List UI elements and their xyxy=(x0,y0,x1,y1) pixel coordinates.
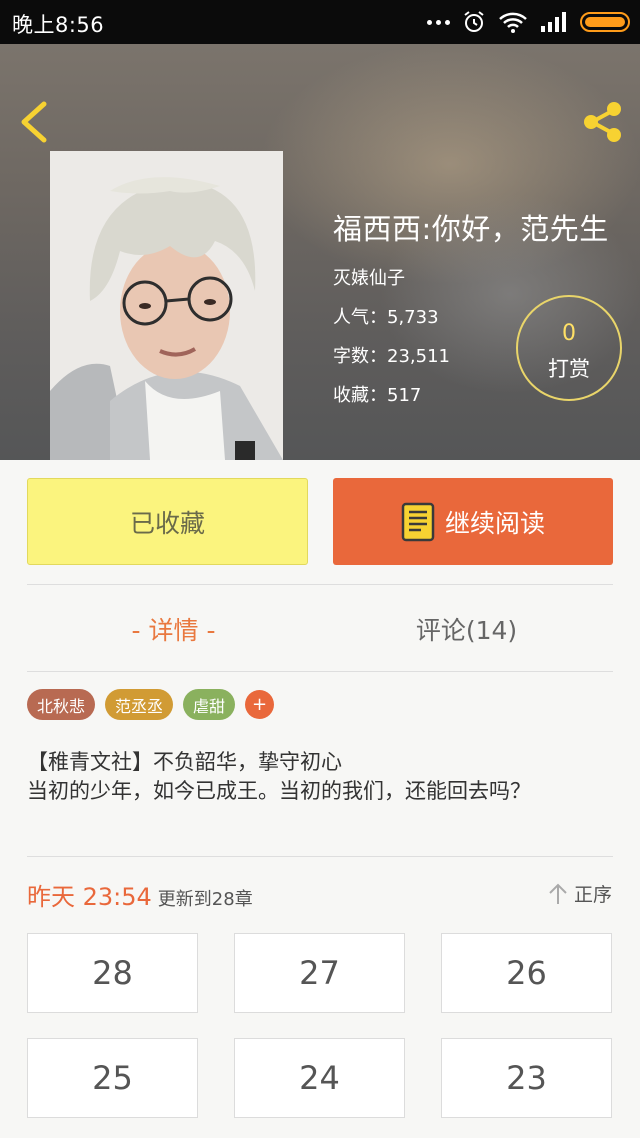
update-info: 昨天 23:54 更新到28章 xyxy=(27,877,253,912)
update-time: 昨天 23:54 xyxy=(27,883,152,911)
sort-order-label: 正序 xyxy=(573,884,612,906)
continue-reading-label: 继续阅读 xyxy=(444,508,545,538)
book-title: 福西西:你好，范先生 xyxy=(333,212,609,246)
divider xyxy=(27,856,613,857)
sort-order-button[interactable]: 正序 xyxy=(548,880,612,907)
chapter-item[interactable]: 25 xyxy=(27,1038,198,1118)
book-header: 福西西:你好，范先生 灭婊仙子 人气：5,733 字数：23,511 收藏：51… xyxy=(0,44,640,460)
signal-icon xyxy=(541,12,566,32)
add-tag-button[interactable]: + xyxy=(245,690,275,719)
share-icon[interactable] xyxy=(578,98,628,146)
description-line: 当初的少年，如今已成王。当初的我们，还能回去吗？ xyxy=(27,779,531,803)
tip-button[interactable]: 0 打赏 xyxy=(516,295,622,401)
tag-item[interactable]: 虐甜 xyxy=(183,689,236,720)
tab-details-label: - 详情 - xyxy=(131,616,216,645)
chapter-item[interactable]: 27 xyxy=(234,933,405,1013)
chapter-item[interactable]: 24 xyxy=(234,1038,405,1118)
arrow-up-icon xyxy=(549,883,567,904)
tag-item[interactable]: 范丞丞 xyxy=(105,689,174,720)
tip-label: 打赏 xyxy=(548,357,590,381)
alarm-icon xyxy=(464,11,484,32)
book-author[interactable]: 灭婊仙子 xyxy=(333,264,609,290)
description-line: 【稚青文社】不负韶华，挚守初心 xyxy=(27,750,342,774)
favorited-button[interactable]: 已收藏 xyxy=(27,478,308,565)
book-icon xyxy=(401,502,435,541)
divider xyxy=(27,584,613,585)
divider xyxy=(27,671,613,672)
status-time: 晚上8:56 xyxy=(12,13,105,37)
book-description: 【稚青文社】不负韶华，挚守初心 当初的少年，如今已成王。当初的我们，还能回去吗？ xyxy=(27,748,613,806)
battery-icon xyxy=(580,12,630,32)
chapter-item[interactable]: 26 xyxy=(441,933,612,1013)
back-icon[interactable] xyxy=(14,98,54,146)
book-cover-image[interactable] xyxy=(50,151,283,460)
tab-details[interactable]: - 详情 - xyxy=(27,596,320,662)
favorited-button-label: 已收藏 xyxy=(129,508,205,538)
status-bar: 晚上8:56 xyxy=(0,0,640,44)
chapter-grid: 28 27 26 25 24 23 xyxy=(27,933,613,1118)
tab-comments-label: 评论(14) xyxy=(415,616,518,645)
status-icons xyxy=(427,10,630,34)
tip-count: 0 xyxy=(562,321,576,346)
wifi-icon xyxy=(499,12,527,33)
update-text: 更新到28章 xyxy=(157,889,253,910)
tag-list: 北秋悲 范丞丞 虐甜 + xyxy=(27,689,275,720)
continue-reading-button[interactable]: 继续阅读 xyxy=(333,478,613,565)
more-notifications-icon xyxy=(427,19,450,25)
chapter-item[interactable]: 28 xyxy=(27,933,198,1013)
chapter-item[interactable]: 23 xyxy=(441,1038,612,1118)
tab-comments[interactable]: 评论(14) xyxy=(320,596,613,662)
tag-item[interactable]: 北秋悲 xyxy=(27,689,96,720)
